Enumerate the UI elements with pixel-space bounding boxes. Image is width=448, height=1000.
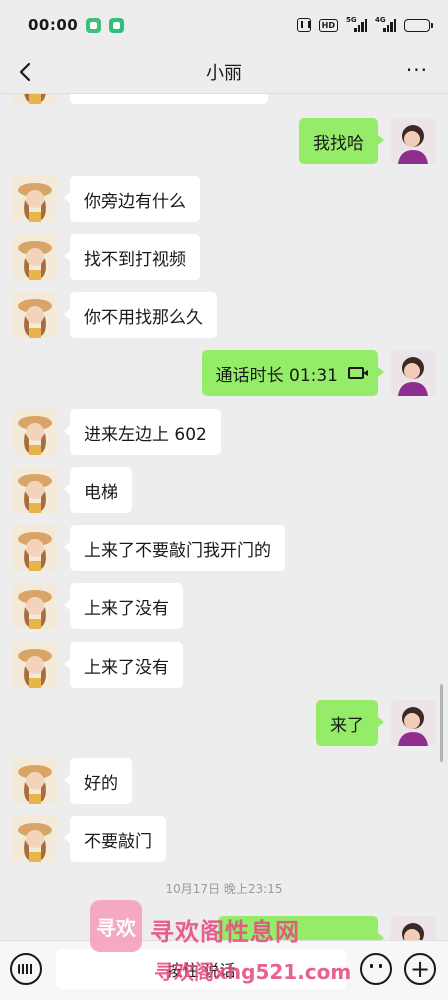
contact-avatar[interactable] (12, 409, 58, 455)
message-bubble[interactable]: 上来了没有 (64, 642, 183, 688)
contact-avatar[interactable] (12, 816, 58, 862)
message-row: 不要敲门 (0, 816, 448, 862)
emoji-icon[interactable] (360, 953, 392, 985)
video-call-icon (348, 367, 368, 379)
message-row: 你旁边有什么 (0, 176, 448, 222)
message-row: 找不到打视频 (0, 234, 448, 280)
signal-5g-icon: 5G (346, 16, 367, 32)
app-notification-icon (109, 17, 125, 33)
message-bubble[interactable]: 我找哈 (299, 118, 384, 164)
user-avatar[interactable] (390, 700, 436, 746)
message-row: 我找哈 (0, 118, 448, 164)
message-bubble[interactable]: 好的 (64, 758, 132, 804)
message-bubble[interactable]: 电梯 (64, 467, 132, 513)
message-row (0, 916, 448, 940)
contact-avatar[interactable] (12, 94, 58, 104)
contact-avatar[interactable] (12, 583, 58, 629)
signal-4g-icon: 4G (375, 16, 396, 32)
call-duration-text: 通话时长 01:31 (215, 365, 338, 386)
user-avatar[interactable] (390, 118, 436, 164)
app-notification-icon (86, 17, 102, 33)
message-bubble[interactable]: 你不用找那么久 (64, 292, 217, 338)
call-duration-bubble[interactable]: 通话时长 01:31 (201, 350, 385, 396)
contact-avatar[interactable] (12, 176, 58, 222)
message-bubble[interactable]: 上来了不要敲门我开门的 (64, 525, 285, 571)
status-time: 00:00 (28, 16, 79, 34)
input-bar: 按住 说话 + (0, 940, 448, 1000)
contact-avatar[interactable] (12, 292, 58, 338)
plus-icon[interactable]: + (404, 953, 436, 985)
message-row: 上来了没有 (0, 583, 448, 629)
contact-avatar[interactable] (12, 758, 58, 804)
hd-voice-icon: HD (318, 18, 338, 32)
keyboard-toggle-icon[interactable] (10, 953, 42, 985)
contact-avatar[interactable] (12, 642, 58, 688)
contact-avatar[interactable] (12, 525, 58, 571)
hold-to-talk-button[interactable]: 按住 说话 (56, 949, 346, 989)
message-row (0, 94, 448, 104)
status-bar: 00:00 HD 5G 4G (0, 0, 448, 50)
battery-icon (404, 18, 433, 32)
message-bubble[interactable]: 不要敲门 (64, 816, 166, 862)
message-bubble[interactable]: 上来了没有 (64, 583, 183, 629)
message-row: 你不用找那么久 (0, 292, 448, 338)
message-row: 来了 (0, 700, 448, 746)
message-bubble[interactable]: 进来左边上 602 (64, 409, 221, 455)
message-bubble[interactable]: 来了 (316, 700, 384, 746)
user-avatar[interactable] (390, 350, 436, 396)
chat-title: 小丽 (206, 62, 242, 84)
message-row: 好的 (0, 758, 448, 804)
contact-avatar[interactable] (12, 467, 58, 513)
message-row: 上来了没有 (0, 642, 448, 688)
more-options-icon[interactable]: ··· (406, 60, 428, 80)
contact-avatar[interactable] (12, 234, 58, 280)
message-row: 电梯 (0, 467, 448, 513)
chat-scrollbar[interactable] (440, 684, 443, 762)
message-bubble[interactable]: 你旁边有什么 (64, 176, 200, 222)
back-arrow-icon[interactable] (14, 60, 38, 84)
chat-message-list[interactable]: 我找哈 你旁边有什么 找不到打视频 你不用找那么久 通话时长 01:31 进来左… (0, 94, 448, 940)
message-row: 通话时长 01:31 (0, 350, 448, 396)
chat-header: 小丽 ··· (0, 50, 448, 94)
message-bubble[interactable]: 找不到打视频 (64, 234, 200, 280)
message-bubble[interactable] (70, 94, 268, 104)
message-row: 上来了不要敲门我开门的 (0, 525, 448, 571)
nfc-icon (296, 18, 311, 32)
message-bubble[interactable] (218, 916, 384, 940)
message-row: 进来左边上 602 (0, 409, 448, 455)
message-timestamp: 10月17日 晚上23:15 (165, 882, 283, 896)
user-avatar[interactable] (390, 916, 436, 940)
